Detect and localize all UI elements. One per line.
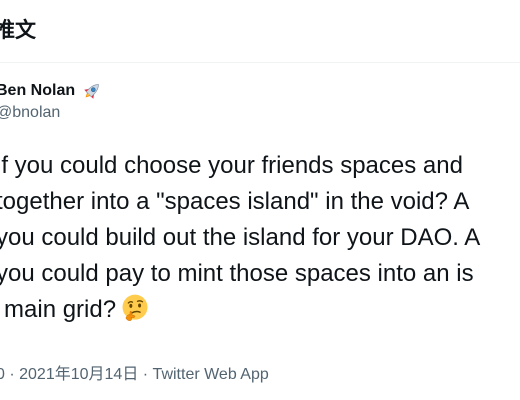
meta-separator: · (4, 366, 20, 383)
tweet-date[interactable]: 2021年10月14日 (19, 366, 138, 383)
meta-separator: · (138, 366, 153, 383)
tweet-text-line: you could build out the island for your … (0, 224, 481, 251)
tweet-author: Ben Nolan @bnolan (0, 76, 520, 128)
tweet-text-line: together into a "spaces island" in the v… (0, 188, 470, 215)
tweet-meta: 0 · 2021年10月14日 · Twitter Web App (0, 360, 269, 384)
page-header: 推文 (0, 0, 520, 63)
tweet-detail-page: 推文 Ben Nolan @bnolan if you could choose… (0, 0, 520, 400)
author-handle[interactable]: @bnolan (0, 104, 60, 122)
tweet-text-line: e main grid? (0, 296, 117, 323)
tweet-source[interactable]: Twitter Web App (153, 366, 269, 383)
tweet-text-last-line: e main grid? (0, 292, 520, 328)
page-title: 推文 (0, 18, 36, 42)
author-name-row[interactable]: Ben Nolan (0, 80, 103, 102)
tweet-text-line: if you could choose your friends spaces … (0, 152, 463, 179)
tweet-text-line: you could pay to mint those spaces into … (0, 260, 474, 287)
rocket-icon (84, 84, 99, 99)
tweet-text: if you could choose your friends spaces … (0, 148, 520, 328)
author-display-name[interactable]: Ben Nolan (0, 82, 75, 100)
thinking-face-icon (122, 294, 148, 321)
